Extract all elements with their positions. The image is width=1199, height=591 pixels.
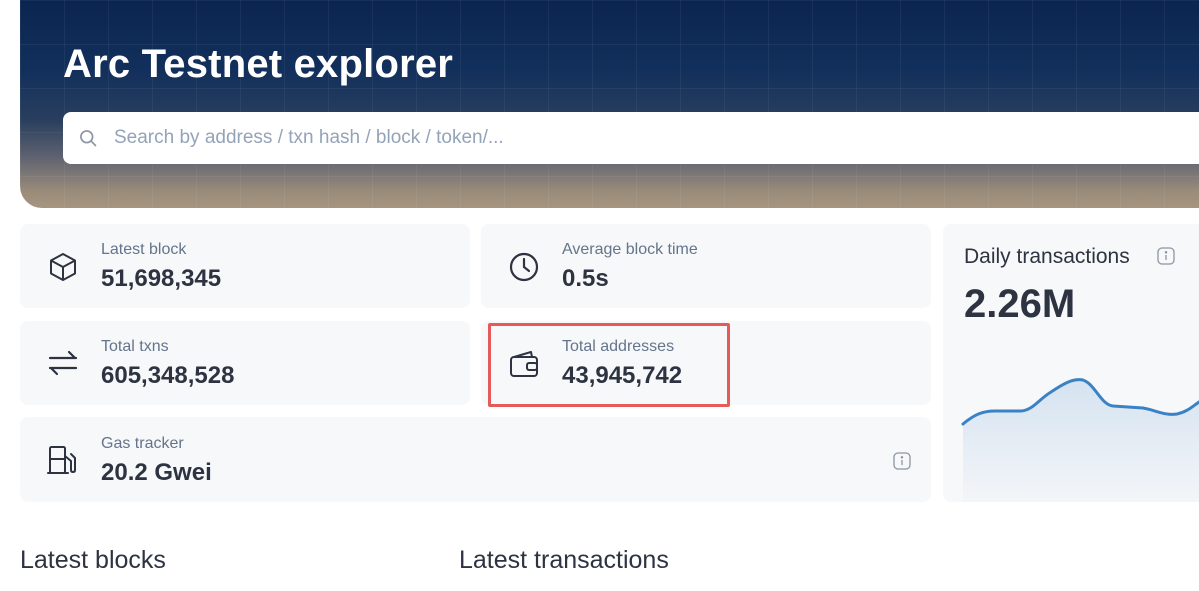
stat-value: 51,698,345 (101, 265, 222, 292)
hero-grid-pattern (20, 0, 1199, 208)
stat-label: Latest block (101, 241, 187, 258)
stat-value: 605,348,528 (101, 362, 235, 389)
stat-label: Total txns (101, 338, 169, 355)
search-bar[interactable] (63, 112, 1199, 164)
page: Arc Testnet explorer Latest block 51,698… (0, 0, 1199, 591)
stat-card-total-txns[interactable]: Total txns 605,348,528 (20, 321, 470, 405)
stat-value: 0.5s (562, 265, 609, 292)
hero-banner: Arc Testnet explorer (20, 0, 1199, 208)
clock-icon (509, 252, 539, 282)
search-input[interactable] (112, 126, 1016, 150)
stat-card-gas-tracker[interactable]: Gas tracker 20.2 Gwei (20, 417, 931, 502)
stat-value: 20.2 Gwei (101, 459, 212, 486)
info-icon[interactable] (893, 452, 911, 470)
daily-transactions-card[interactable]: Daily transactions 2.26M (943, 224, 1199, 502)
sparkline-area (963, 379, 1199, 502)
search-icon (80, 130, 97, 147)
cube-icon (50, 253, 76, 281)
stat-card-latest-block[interactable]: Latest block 51,698,345 (20, 224, 470, 308)
stat-label: Average block time (562, 241, 698, 258)
stat-card-average-block-time[interactable]: Average block time 0.5s (481, 224, 931, 308)
gas-pump-icon (47, 446, 76, 474)
daily-transactions-sparkline (961, 378, 1199, 502)
latest-blocks-heading: Latest blocks (20, 546, 166, 574)
highlight-box (488, 323, 730, 407)
transfer-arrows-icon (48, 350, 78, 376)
latest-transactions-heading: Latest transactions (459, 546, 669, 574)
page-title: Arc Testnet explorer (63, 42, 454, 86)
stat-label: Gas tracker (101, 435, 184, 452)
